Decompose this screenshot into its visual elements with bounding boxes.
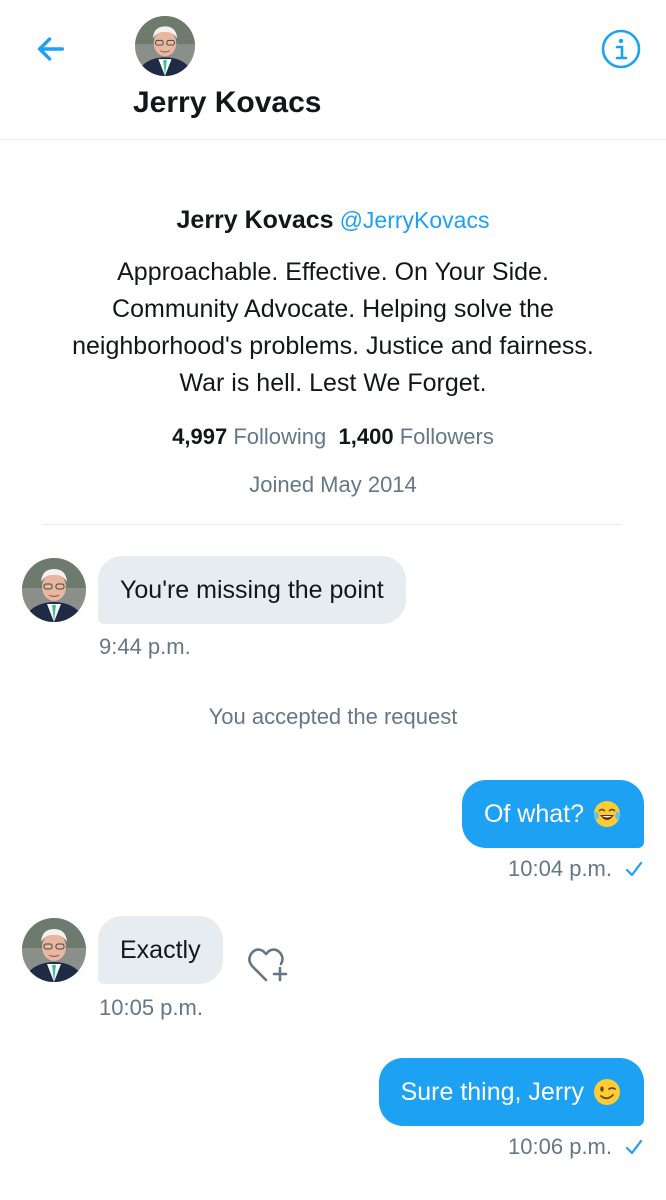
tears-of-joy-emoji bbox=[594, 801, 620, 827]
arrow-left-icon bbox=[37, 37, 65, 61]
message-text: Exactly bbox=[120, 935, 201, 964]
conversation-header: Jerry Kovacs bbox=[0, 0, 666, 140]
message-timestamp: 10:04 p.m. bbox=[508, 856, 612, 881]
profile-summary: Jerry Kovacs @JerryKovacs Approachable. E… bbox=[0, 200, 666, 500]
bio-line: War is hell. Lest We Forget. bbox=[179, 369, 487, 397]
message-timestamp: 10:06 p.m. bbox=[508, 1134, 612, 1159]
message-timestamp: 10:05 p.m. bbox=[99, 995, 203, 1020]
message-text: Sure thing, Jerry bbox=[400, 1077, 584, 1106]
profile-name[interactable]: Jerry Kovacs bbox=[177, 206, 334, 234]
message-bubble-outgoing[interactable]: Of what? bbox=[461, 780, 644, 848]
joined-date: Joined May 2014 bbox=[249, 472, 417, 497]
sent-check-icon bbox=[625, 861, 643, 877]
message-bubble-incoming[interactable]: You're missing the point bbox=[98, 556, 406, 624]
info-icon bbox=[601, 29, 641, 69]
sender-avatar[interactable] bbox=[22, 918, 86, 982]
following-count: 4,997 bbox=[172, 424, 228, 449]
back-button[interactable] bbox=[30, 28, 72, 70]
header-title: Jerry Kovacs bbox=[133, 86, 322, 119]
message-bubble-incoming[interactable]: Exactly bbox=[98, 916, 223, 984]
profile-bio: Approachable. Effective. On Your Side. C… bbox=[23, 254, 643, 402]
followers-label: Followers bbox=[399, 424, 494, 449]
message-timestamp-row: 10:06 p.m. bbox=[508, 1134, 644, 1160]
message-timestamp-row: 10:04 p.m. bbox=[508, 856, 644, 882]
add-heart-icon bbox=[248, 948, 288, 982]
sent-check-icon bbox=[625, 1139, 643, 1155]
dm-conversation-screen: Jerry Kovacs Jerry Kovacs @JerryKovacs Ap… bbox=[0, 0, 666, 1200]
followers-count: 1,400 bbox=[338, 424, 394, 449]
following-stat[interactable]: 4,997 Following bbox=[172, 424, 326, 449]
message-bubble-outgoing[interactable]: Sure thing, Jerry bbox=[378, 1058, 644, 1126]
like-message-button[interactable] bbox=[244, 942, 292, 986]
divider bbox=[43, 524, 621, 525]
conversation-info-button[interactable] bbox=[598, 26, 644, 72]
bio-line: neighborhood's problems. Justice and fai… bbox=[72, 332, 594, 360]
system-note: You accepted the request bbox=[208, 704, 458, 729]
message-timestamp: 9:44 p.m. bbox=[99, 634, 191, 659]
profile-nameline: Jerry Kovacs @JerryKovacs bbox=[0, 200, 666, 240]
bio-line: Approachable. Effective. On Your Side. bbox=[117, 258, 549, 286]
winking-face-emoji bbox=[594, 1079, 620, 1105]
followers-stat[interactable]: 1,400 Followers bbox=[339, 424, 494, 449]
header-avatar[interactable] bbox=[135, 16, 195, 76]
following-label: Following bbox=[233, 424, 327, 449]
sender-avatar[interactable] bbox=[22, 558, 86, 622]
bio-line: Community Advocate. Helping solve the bbox=[112, 295, 554, 323]
profile-stats: 4,997 Following 1,400 Followers bbox=[0, 422, 666, 452]
message-text: You're missing the point bbox=[120, 575, 384, 604]
profile-handle[interactable]: @JerryKovacs bbox=[340, 207, 490, 233]
message-text: Of what? bbox=[483, 799, 584, 828]
